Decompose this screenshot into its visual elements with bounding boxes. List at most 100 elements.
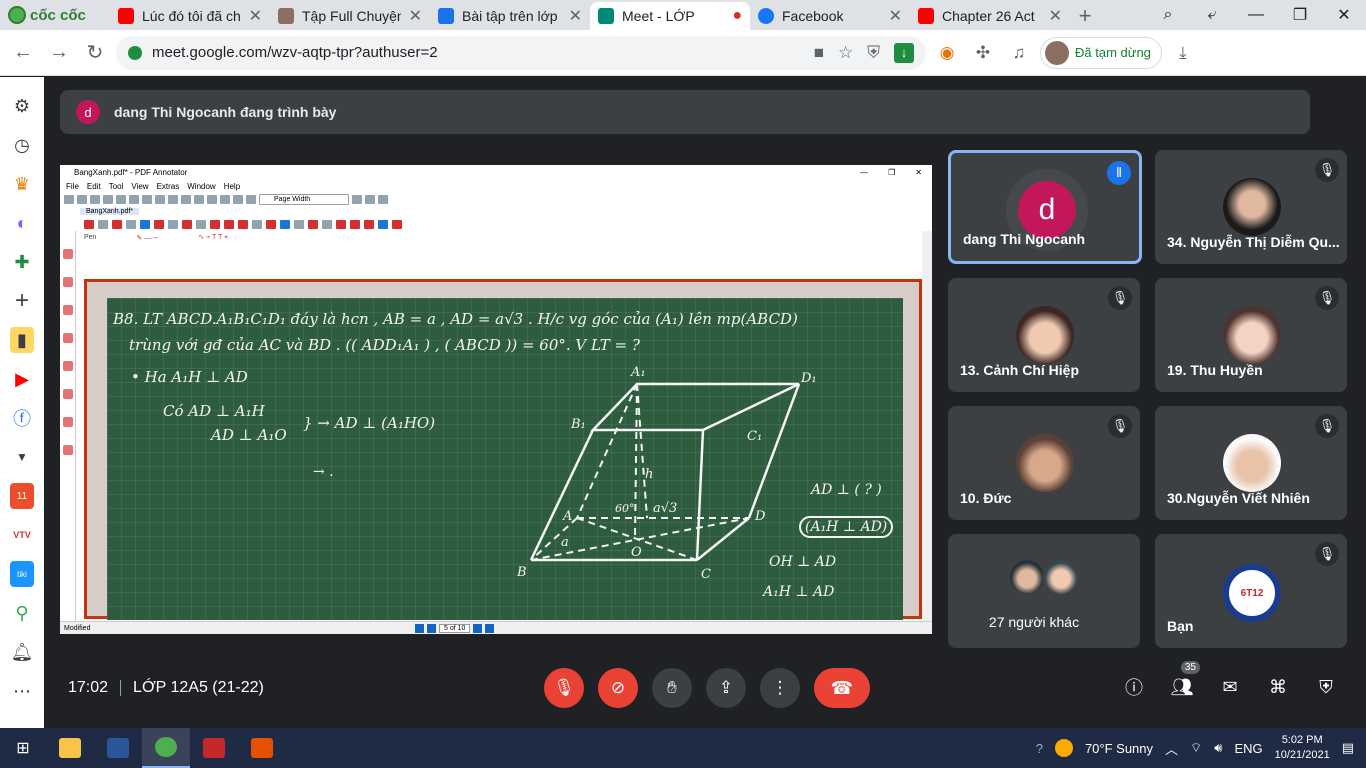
taskbar-word[interactable] (94, 728, 142, 768)
language-indicator[interactable]: ENG (1234, 741, 1262, 756)
menu-window[interactable]: Window (187, 182, 215, 191)
edge-CC1 (695, 429, 705, 561)
shield-icon[interactable]: ⛨ (867, 43, 880, 63)
coccoc-extension-icon[interactable]: ◉ (932, 38, 962, 68)
pa-scrollbar[interactable] (922, 231, 932, 621)
prev-page-button[interactable] (427, 623, 436, 633)
activities-icon[interactable]: ⌘ (1266, 675, 1290, 699)
reload-button[interactable]: ↻ (80, 38, 110, 68)
others-tile[interactable]: 27 người khác (948, 534, 1140, 648)
pa-doc-tab[interactable]: BangXanh.pdf* (60, 206, 932, 217)
download-icon[interactable]: ↓ (894, 42, 914, 63)
zoom-select[interactable]: Page Width (259, 193, 349, 205)
restore-button[interactable]: ❐ (1278, 0, 1322, 30)
tab-title: Bài tập trên lớp (462, 8, 558, 24)
tab-search-icon[interactable]: ⌕ (1146, 0, 1190, 30)
forward-button[interactable]: → (44, 38, 74, 68)
clock[interactable]: 5:02 PM 10/21/2021 (1275, 733, 1330, 763)
menu-tool[interactable]: Tool (109, 182, 124, 191)
raise-hand-button[interactable]: ✋︎ (652, 668, 692, 708)
extensions-puzzle-icon[interactable]: ✣ (968, 38, 998, 68)
camera-toggle-button[interactable]: ⊘ (598, 668, 638, 708)
playlist-icon[interactable]: ♫ (1004, 38, 1034, 68)
participant-tile[interactable]: 🎙︎ 34. Nguyễn Thị Diễm Qu... (1155, 150, 1347, 264)
close-tab-icon[interactable]: ✕ (889, 6, 902, 26)
participant-tile[interactable]: d ⦀ dang Thi Ngocanh (948, 150, 1142, 264)
participant-name: 13. Cảnh Chí Hiệp (960, 362, 1080, 378)
browser-logo[interactable]: cốc cốc (0, 0, 110, 30)
downloads-icon[interactable]: ⤓ (1168, 38, 1198, 68)
meeting-details-icon[interactable]: ⓘ (1122, 675, 1146, 699)
close-window-button[interactable]: ✕ (1322, 0, 1366, 30)
taskbar-coccoc[interactable] (142, 728, 190, 768)
taskbar-pdf-annotator[interactable] (238, 728, 286, 768)
tab-4[interactable]: Facebook ✕ (750, 2, 910, 30)
next-page-button[interactable] (473, 623, 483, 633)
mic-off-icon: 🎙︎ (1108, 286, 1132, 310)
tab-0[interactable]: Lúc đó tôi đã ch ✕ (110, 2, 270, 30)
tab-2[interactable]: Bài tập trên lớp ✕ (430, 2, 590, 30)
chevron-up-icon[interactable]: ︿ (1165, 739, 1178, 758)
tab-3[interactable]: Meet - LỚP ● (590, 2, 750, 30)
menu-view[interactable]: View (131, 182, 148, 191)
close-tab-icon[interactable]: ✕ (249, 6, 262, 26)
self-tile[interactable]: 6T12 🎙︎ Bạn (1155, 534, 1347, 648)
notes-icon[interactable]: ▮ (10, 327, 34, 353)
people-icon[interactable]: 👥︎ 35 (1170, 661, 1200, 699)
mic-toggle-button[interactable]: 🎙︎ (544, 668, 584, 708)
facebook-sidebar-icon[interactable]: ⓕ (10, 405, 34, 431)
address-bar[interactable]: meet.google.com/wzv-aqtp-tpr?authuser=2 … (116, 35, 926, 70)
close-tab-icon[interactable]: ✕ (1049, 6, 1062, 26)
messenger-icon[interactable]: ◐ (10, 210, 34, 236)
bookmark-star-icon[interactable]: ☆ (838, 43, 853, 63)
chat-icon[interactable]: ✉︎ (1218, 675, 1242, 699)
menu-edit[interactable]: Edit (87, 182, 101, 191)
first-page-button[interactable] (415, 623, 424, 633)
chevron-down-icon[interactable]: ▼ (10, 444, 34, 470)
more-dots-icon[interactable]: ⋯ (10, 678, 34, 704)
page-indicator[interactable]: 5 of 10 (439, 623, 471, 633)
shopee-icon[interactable]: 11 (10, 483, 34, 509)
close-tab-icon[interactable]: ✕ (569, 6, 582, 26)
close-tab-icon[interactable]: ✕ (409, 6, 422, 26)
menu-help[interactable]: Help (224, 182, 240, 191)
taskbar-devcpp[interactable] (190, 728, 238, 768)
present-screen-button[interactable]: ⇪ (706, 668, 746, 708)
volume-icon[interactable]: 🔊︎ (1214, 740, 1222, 756)
minimize-button[interactable]: — (1234, 0, 1278, 30)
settings-gear-icon[interactable]: ⚙ (10, 93, 34, 119)
weather-text[interactable]: 70°F Sunny (1085, 741, 1153, 756)
omnibox-icons: ■ ☆ ⛨ ↓ (814, 42, 914, 63)
last-page-button[interactable] (485, 623, 495, 633)
gamepad-icon[interactable]: ✚ (10, 249, 34, 275)
windows-start-icon[interactable]: ⊞ (0, 728, 46, 768)
menu-extras[interactable]: Extras (157, 182, 180, 191)
add-icon[interactable]: + (10, 287, 34, 314)
camera-icon[interactable]: ■ (814, 43, 824, 63)
back-button[interactable]: ← (8, 38, 38, 68)
menu-file[interactable]: File (66, 182, 79, 191)
vtv-icon[interactable]: VTV (10, 522, 34, 548)
taskbar-file-explorer[interactable] (46, 728, 94, 768)
host-controls-icon[interactable]: ⛨ (1314, 675, 1338, 699)
participant-tile[interactable]: 🎙︎ 13. Cảnh Chí Hiệp (948, 278, 1140, 392)
notifications-icon[interactable]: ▤ (1342, 740, 1354, 756)
help-icon[interactable]: ? (1036, 741, 1043, 756)
notification-bell-icon[interactable]: 🔔︎ (10, 639, 34, 665)
tab-5[interactable]: Chapter 26 Act ✕ (910, 2, 1070, 30)
participant-tile[interactable]: 🎙︎ 30.Nguyễn Viết Nhiên (1155, 406, 1347, 520)
back-arrow-icon[interactable]: ⤶ (1190, 0, 1234, 30)
participant-tile[interactable]: 🎙︎ 10. Đức (948, 406, 1140, 520)
tiki-icon[interactable]: tiki (10, 561, 34, 587)
profile-button[interactable]: Đã tạm dừng (1040, 36, 1162, 69)
leave-call-button[interactable]: ☎︎ (814, 668, 870, 708)
map-pin-icon[interactable]: ⚲ (10, 600, 34, 626)
participant-tile[interactable]: 🎙︎ 19. Thu Huyền (1155, 278, 1347, 392)
tab-1[interactable]: Tập Full Chuyện ✕ (270, 2, 430, 30)
more-options-button[interactable]: ⋮ (760, 668, 800, 708)
history-icon[interactable]: ◷ (10, 132, 34, 158)
youtube-sidebar-icon[interactable]: ▶ (10, 366, 34, 392)
new-tab-button[interactable]: + (1070, 2, 1100, 30)
network-icon[interactable]: ⌔ (1190, 740, 1202, 756)
crown-icon[interactable]: ♛ (10, 171, 34, 197)
